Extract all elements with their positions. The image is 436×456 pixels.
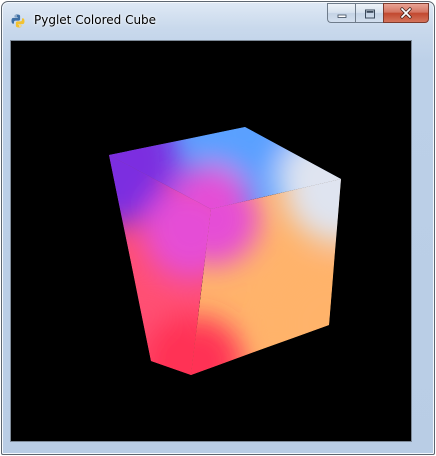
window-title: Pyglet Colored Cube bbox=[34, 13, 157, 27]
colored-cube-canvas bbox=[11, 41, 411, 441]
maximize-button[interactable] bbox=[355, 3, 383, 23]
opengl-viewport[interactable] bbox=[10, 40, 412, 442]
maximize-icon bbox=[364, 4, 376, 23]
app-window: Pyglet Colored Cube bbox=[1, 1, 435, 455]
title-bar[interactable]: Pyglet Colored Cube bbox=[2, 2, 434, 40]
python-icon[interactable] bbox=[10, 13, 26, 29]
minimize-button[interactable] bbox=[327, 3, 355, 23]
close-button[interactable] bbox=[383, 3, 429, 23]
caption-buttons bbox=[327, 3, 429, 23]
minimize-icon bbox=[336, 4, 348, 23]
close-icon bbox=[399, 4, 413, 23]
